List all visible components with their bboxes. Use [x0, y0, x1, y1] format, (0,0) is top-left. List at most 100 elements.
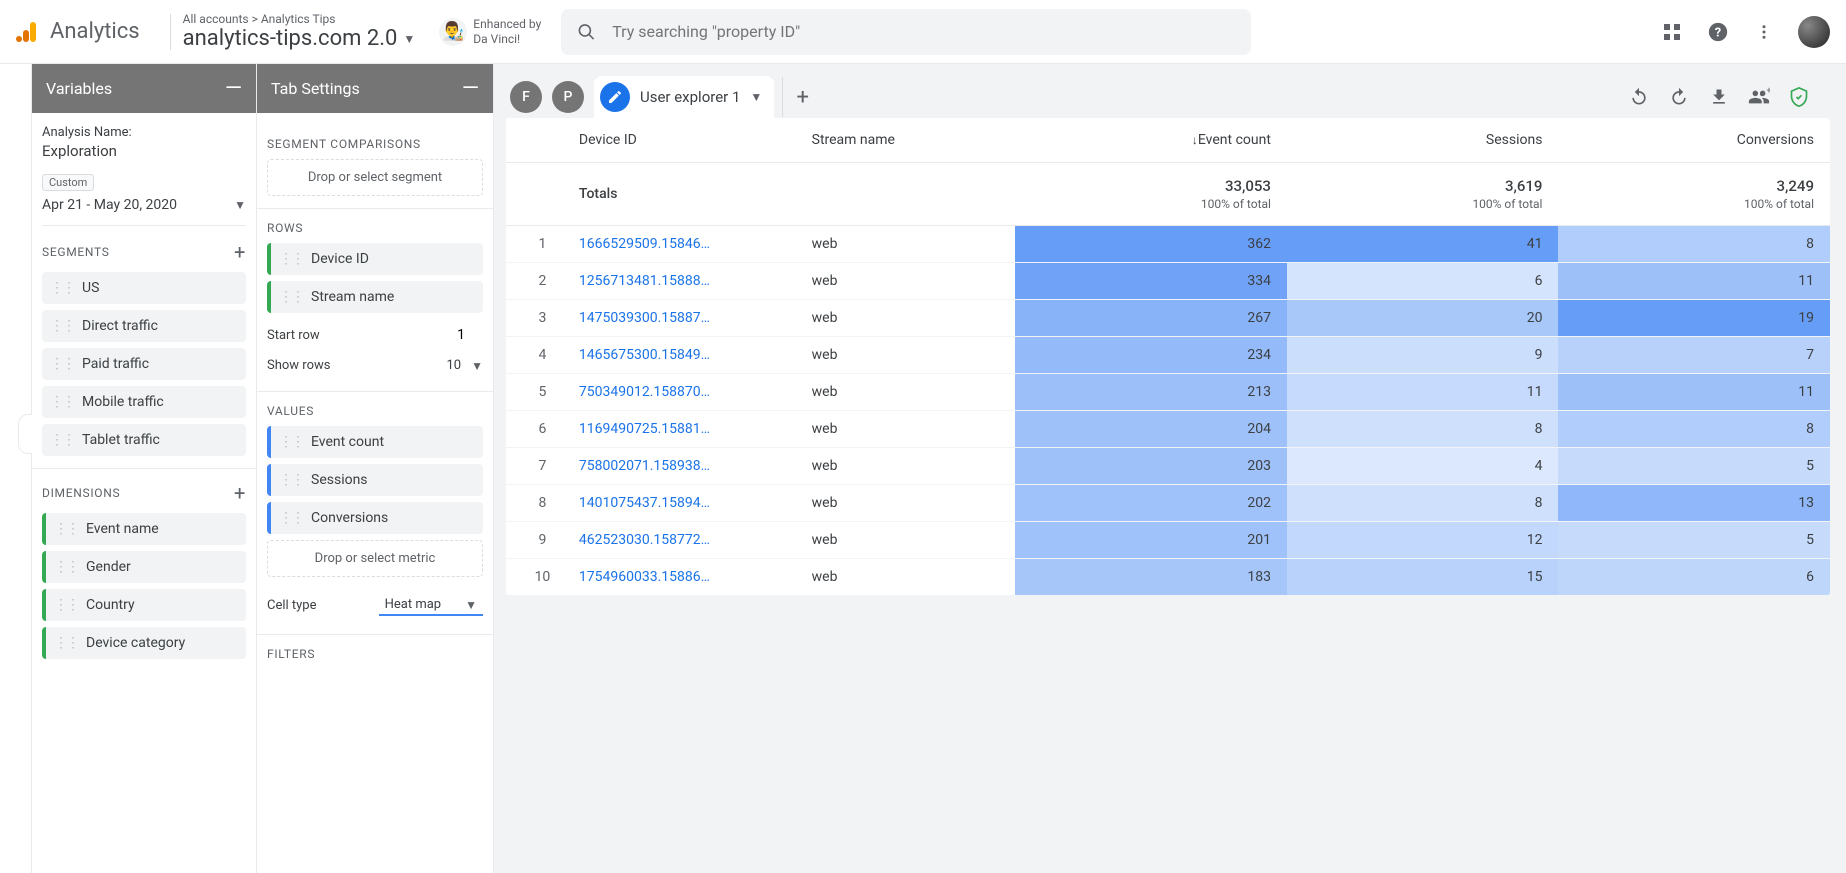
stream-name: web: [796, 411, 1016, 448]
add-tab-button[interactable]: +: [782, 77, 822, 117]
filters-title: FILTERS: [267, 647, 315, 661]
device-id-link[interactable]: 1256713481.15888…: [579, 273, 739, 289]
chip-item[interactable]: ⋮⋮Mobile traffic: [42, 386, 246, 418]
search-input[interactable]: [612, 22, 1235, 41]
segment-dropzone[interactable]: Drop or select segment: [267, 159, 483, 196]
undo-icon[interactable]: [1628, 86, 1650, 108]
chip-item[interactable]: ⋮⋮Tablet traffic: [42, 424, 246, 456]
collapse-icon[interactable]: —: [225, 76, 242, 101]
start-row-input[interactable]: [423, 325, 483, 346]
cell-events: 202: [1015, 485, 1287, 522]
shield-icon[interactable]: [1788, 86, 1810, 108]
drag-handle-icon: ⋮⋮: [279, 510, 303, 526]
drag-handle-icon: ⋮⋮: [54, 559, 78, 575]
analysis-name-value[interactable]: Exploration: [42, 142, 246, 160]
stream-name: web: [796, 226, 1016, 263]
table-row: 5750349012.158870…web2131111: [506, 374, 1830, 411]
device-id-link[interactable]: 1401075437.15894…: [579, 495, 739, 511]
help-icon[interactable]: ?: [1706, 20, 1730, 44]
device-id-link[interactable]: 1666529509.15846…: [579, 236, 739, 252]
tab-funnel[interactable]: F: [510, 81, 542, 113]
stream-name: web: [796, 337, 1016, 374]
collapse-icon[interactable]: —: [462, 76, 479, 101]
add-segment-button[interactable]: +: [234, 240, 246, 264]
col-sessions[interactable]: Sessions: [1287, 118, 1559, 163]
redo-icon[interactable]: [1668, 86, 1690, 108]
stream-name: web: [796, 522, 1016, 559]
segments-title: SEGMENTS: [42, 245, 110, 259]
cell-sessions: 12: [1287, 522, 1559, 559]
chip-item[interactable]: ⋮⋮Event count: [267, 426, 483, 458]
property-selector[interactable]: All accounts > Analytics Tips analytics-…: [183, 12, 416, 51]
device-id-link[interactable]: 1754960033.15886…: [579, 569, 739, 585]
col-stream[interactable]: Stream name: [796, 118, 1016, 163]
chip-item[interactable]: ⋮⋮Country: [42, 589, 246, 621]
device-id-link[interactable]: 1465675300.15849…: [579, 347, 739, 363]
chip-item[interactable]: ⋮⋮Conversions: [267, 502, 483, 534]
table-row: 21256713481.15888…web334611: [506, 263, 1830, 300]
cell-conversions: 8: [1558, 226, 1830, 263]
device-id-link[interactable]: 462523030.158772…: [579, 532, 739, 548]
drag-handle-icon: ⋮⋮: [54, 521, 78, 537]
cell-events: 203: [1015, 448, 1287, 485]
cell-sessions: 4: [1287, 448, 1559, 485]
drag-handle-icon: ⋮⋮: [54, 635, 78, 651]
stream-name: web: [796, 263, 1016, 300]
cell-events: 201: [1015, 522, 1287, 559]
date-range-picker[interactable]: Apr 21 - May 20, 2020 ▼: [42, 193, 246, 226]
tab-path[interactable]: P: [552, 81, 584, 113]
segment-comparisons-title: SEGMENT COMPARISONS: [267, 137, 421, 151]
row-index: 1: [506, 226, 563, 263]
cell-events: 204: [1015, 411, 1287, 448]
apps-icon[interactable]: [1660, 20, 1684, 44]
search-box[interactable]: [561, 9, 1251, 55]
device-id-link[interactable]: 750349012.158870…: [579, 384, 739, 400]
col-device-id[interactable]: Device ID: [563, 118, 796, 163]
add-dimension-button[interactable]: +: [234, 481, 246, 505]
cell-conversions: 6: [1558, 559, 1830, 596]
property-name: analytics-tips.com 2.0: [183, 26, 398, 51]
rail-expand-handle[interactable]: [18, 414, 32, 454]
drag-handle-icon: ⋮⋮: [279, 434, 303, 450]
canvas-tabs: F P User explorer 1 ▼ + +: [494, 76, 1846, 118]
more-vert-icon[interactable]: [1752, 20, 1776, 44]
share-icon[interactable]: +: [1748, 86, 1770, 108]
edit-icon: [600, 82, 630, 112]
tab-settings-title: Tab Settings: [271, 79, 360, 98]
col-conversions[interactable]: Conversions: [1558, 118, 1830, 163]
device-id-link[interactable]: 758002071.158938…: [579, 458, 739, 474]
chip-item[interactable]: ⋮⋮Sessions: [267, 464, 483, 496]
tab-user-explorer[interactable]: User explorer 1 ▼: [594, 76, 774, 118]
show-rows-select[interactable]: 10 ▼: [446, 358, 483, 373]
breadcrumb: All accounts > Analytics Tips: [183, 12, 416, 26]
date-range-value: Apr 21 - May 20, 2020: [42, 197, 177, 213]
cell-type-select[interactable]: Heat map ▼: [379, 595, 483, 616]
metric-dropzone[interactable]: Drop or select metric: [267, 540, 483, 577]
device-id-link[interactable]: 1169490725.15881…: [579, 421, 739, 437]
drag-handle-icon: ⋮⋮: [54, 597, 78, 613]
chip-item[interactable]: ⋮⋮Event name: [42, 513, 246, 545]
davinci-badge[interactable]: 👨‍🎨 Enhanced by Da Vinci!: [439, 17, 541, 46]
chip-item[interactable]: ⋮⋮Gender: [42, 551, 246, 583]
chip-item[interactable]: ⋮⋮Device ID: [267, 243, 483, 275]
download-icon[interactable]: [1708, 86, 1730, 108]
chip-item[interactable]: ⋮⋮Paid traffic: [42, 348, 246, 380]
chip-item[interactable]: ⋮⋮Direct traffic: [42, 310, 246, 342]
cell-events: 362: [1015, 226, 1287, 263]
col-events[interactable]: ↓Event count: [1015, 118, 1287, 163]
device-id-link[interactable]: 1475039300.15887…: [579, 310, 739, 326]
cell-conversions: 11: [1558, 263, 1830, 300]
exploration-canvas: F P User explorer 1 ▼ + + De: [494, 64, 1846, 873]
chip-label: Stream name: [311, 289, 394, 305]
chevron-down-icon[interactable]: ▼: [750, 90, 762, 104]
drag-handle-icon: ⋮⋮: [279, 251, 303, 267]
chip-item[interactable]: ⋮⋮Device category: [42, 627, 246, 659]
chip-item[interactable]: ⋮⋮US: [42, 272, 246, 304]
drag-handle-icon: ⋮⋮: [279, 472, 303, 488]
cell-sessions: 8: [1287, 411, 1559, 448]
avatar[interactable]: [1798, 16, 1830, 48]
nav-rail: [0, 64, 32, 873]
chip-item[interactable]: ⋮⋮Stream name: [267, 281, 483, 313]
drag-handle-icon: ⋮⋮: [50, 280, 74, 296]
dimensions-title: DIMENSIONS: [42, 486, 120, 500]
